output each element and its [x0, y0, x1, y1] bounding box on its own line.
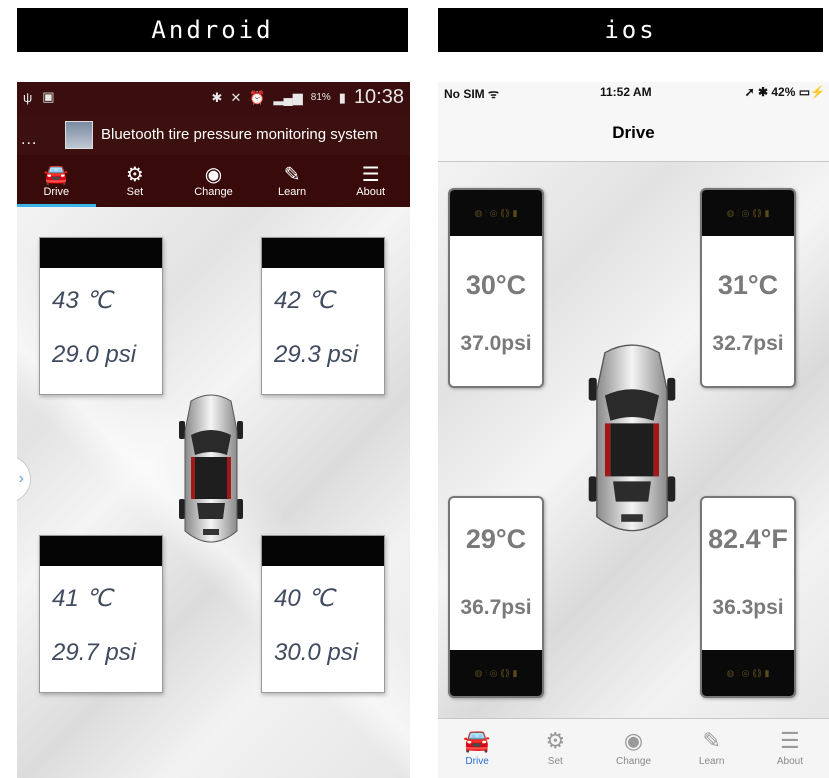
carrier-status: No SIM ᯤ	[444, 87, 499, 101]
android-label: Android	[17, 8, 408, 52]
tire-pressure: 36.3psi	[712, 596, 784, 619]
ios-label: ios	[438, 8, 823, 52]
tire-icon: ◉	[204, 164, 223, 186]
tire-card-rear-right[interactable]: 82.4°F 36.3psi ◍ ⫶ ◎ ⟪⟫ ▮	[700, 496, 796, 698]
status-time: 11:52 AM	[600, 85, 652, 99]
drawer-handle[interactable]: ›	[17, 455, 31, 503]
tab-label: Change	[194, 186, 233, 198]
ios-tab-bar: 🚘 Drive ⚙ Set ◉ Change ✎ Learn ☰ About	[438, 718, 829, 778]
alarm-icon: ⏰	[249, 89, 266, 105]
tab-label: Set	[126, 186, 144, 198]
chevron-right-icon: ›	[18, 470, 24, 487]
ios-status-bar: No SIM ᯤ 11:52 AM ➚ ✱ 42% ▭⚡	[438, 82, 829, 104]
ios-nav-bar: Drive	[438, 104, 829, 162]
gear-icon: ⚙	[125, 164, 144, 186]
app-title: Bluetooth tire pressure monitoring syste…	[101, 126, 378, 143]
tab-label: Set	[547, 756, 563, 767]
sensor-indicator-bar: ◍ ⫶ ◎ ⟪⟫ ▮	[702, 190, 794, 236]
list-icon: ☰	[780, 728, 800, 753]
tire-temperature: 30°C	[465, 270, 527, 300]
tire-pressure: 30.0 psi	[274, 639, 359, 666]
android-title-bar: ... Bluetooth tire pressure monitoring s…	[17, 115, 410, 155]
tab-label: Learn	[698, 756, 725, 767]
tab-drive[interactable]: 🚘 Drive	[17, 155, 96, 207]
android-drive-panel: 43 ℃ 29.0 psi 42 ℃ 29.3 psi 41 ℃ 29.7 ps…	[17, 207, 410, 778]
car-top-view-image	[179, 394, 243, 543]
tire-temperature: 42 ℃	[274, 287, 335, 314]
tire-temperature: 29°C	[465, 524, 527, 554]
tab-learn[interactable]: ✎ Learn	[253, 155, 332, 207]
sensor-header-bar	[40, 238, 162, 268]
tab-label: Drive	[465, 756, 489, 767]
tire-card-front-right[interactable]: 42 ℃ 29.3 psi	[261, 237, 385, 395]
tire-temperature: 82.4°F	[708, 524, 788, 554]
status-indicators: ➚ ✱ 42% ▭⚡	[744, 85, 825, 99]
sensor-indicator-bar: ◍ ⫶ ◎ ⟪⟫ ▮	[450, 650, 542, 696]
android-status-bar: ψ ▣ ✱ ✕ ⏰ ▂▄▆ 81% ▮ 10:38	[17, 82, 410, 115]
tab-change[interactable]: ◉ Change	[594, 719, 672, 778]
android-screen: ψ ▣ ✱ ✕ ⏰ ▂▄▆ 81% ▮ 10:38 ... Bluetooth …	[17, 82, 410, 778]
mute-icon: ✕	[230, 89, 242, 105]
battery-icon: ▮	[338, 89, 346, 105]
page-title: Drive	[612, 123, 655, 142]
tire-pressure: 32.7psi	[712, 332, 784, 355]
tire-pressure: 37.0psi	[460, 332, 532, 355]
overflow-menu-icon[interactable]: ...	[21, 131, 37, 149]
battery-percent: 81%	[310, 92, 331, 103]
tire-temperature: 40 ℃	[274, 585, 335, 612]
tab-label: Learn	[278, 186, 307, 198]
tab-about[interactable]: ☰ About	[331, 155, 410, 207]
tab-set[interactable]: ⚙ Set	[96, 155, 175, 207]
tire-card-rear-right[interactable]: 40 ℃ 30.0 psi	[261, 535, 385, 693]
tab-learn[interactable]: ✎ Learn	[673, 719, 751, 778]
signal-icon: ▂▄▆	[273, 89, 303, 105]
car-icon: 🚘	[463, 728, 491, 753]
usb-icon: ψ	[23, 89, 33, 105]
image-notification-icon: ▣	[42, 89, 55, 104]
tab-change[interactable]: ◉ Change	[174, 155, 253, 207]
car-top-view-image	[588, 344, 676, 532]
bluetooth-icon: ✱	[211, 89, 223, 105]
tire-card-front-left[interactable]: 43 ℃ 29.0 psi	[39, 237, 163, 395]
sensor-indicator-bar: ◍ ⫶ ◎ ⟪⟫ ▮	[450, 190, 542, 236]
sensor-header-bar	[40, 536, 162, 566]
list-icon: ☰	[361, 164, 380, 186]
sensor-indicator-bar: ◍ ⫶ ◎ ⟪⟫ ▮	[702, 650, 794, 696]
tire-temperature: 43 ℃	[52, 287, 113, 314]
android-tab-bar: 🚘 Drive ⚙ Set ◉ Change ✎ Learn ☰ About	[17, 155, 410, 207]
tab-label: About	[776, 756, 803, 767]
tab-label: About	[356, 186, 386, 198]
sensor-header-bar	[262, 536, 384, 566]
tire-card-rear-left[interactable]: 29°C 36.7psi ◍ ⫶ ◎ ⟪⟫ ▮	[448, 496, 544, 698]
tire-temperature: 31°C	[717, 270, 779, 300]
tire-pressure: 36.7psi	[460, 596, 532, 619]
status-time: 10:38	[353, 86, 404, 108]
tire-pressure: 29.7 psi	[52, 639, 137, 666]
tire-pressure: 29.3 psi	[274, 341, 359, 368]
sensor-header-bar	[262, 238, 384, 268]
gear-icon: ⚙	[545, 728, 566, 753]
tire-card-front-left[interactable]: ◍ ⫶ ◎ ⟪⟫ ▮ 30°C 37.0psi	[448, 188, 544, 388]
tire-icon: ◉	[623, 728, 644, 753]
edit-icon: ✎	[283, 164, 301, 186]
car-icon: 🚘	[43, 164, 69, 186]
tab-label: Drive	[43, 186, 70, 198]
tire-card-rear-left[interactable]: 41 ℃ 29.7 psi	[39, 535, 163, 693]
ios-drive-panel: ◍ ⫶ ◎ ⟪⟫ ▮ 30°C 37.0psi ◍ ⫶ ◎ ⟪⟫ ▮ 31°C …	[438, 162, 829, 718]
ios-screen: No SIM ᯤ 11:52 AM ➚ ✱ 42% ▭⚡ Drive ◍ ⫶ ◎…	[438, 82, 829, 778]
tab-drive[interactable]: 🚘 Drive	[438, 719, 516, 778]
tab-label: Change	[615, 756, 652, 767]
tab-set[interactable]: ⚙ Set	[516, 719, 594, 778]
tire-pressure: 29.0 psi	[52, 341, 137, 368]
app-logo-icon	[65, 121, 93, 149]
tab-about[interactable]: ☰ About	[751, 719, 829, 778]
edit-icon: ✎	[702, 728, 721, 753]
tire-card-front-right[interactable]: ◍ ⫶ ◎ ⟪⟫ ▮ 31°C 32.7psi	[700, 188, 796, 388]
tire-temperature: 41 ℃	[52, 585, 113, 612]
